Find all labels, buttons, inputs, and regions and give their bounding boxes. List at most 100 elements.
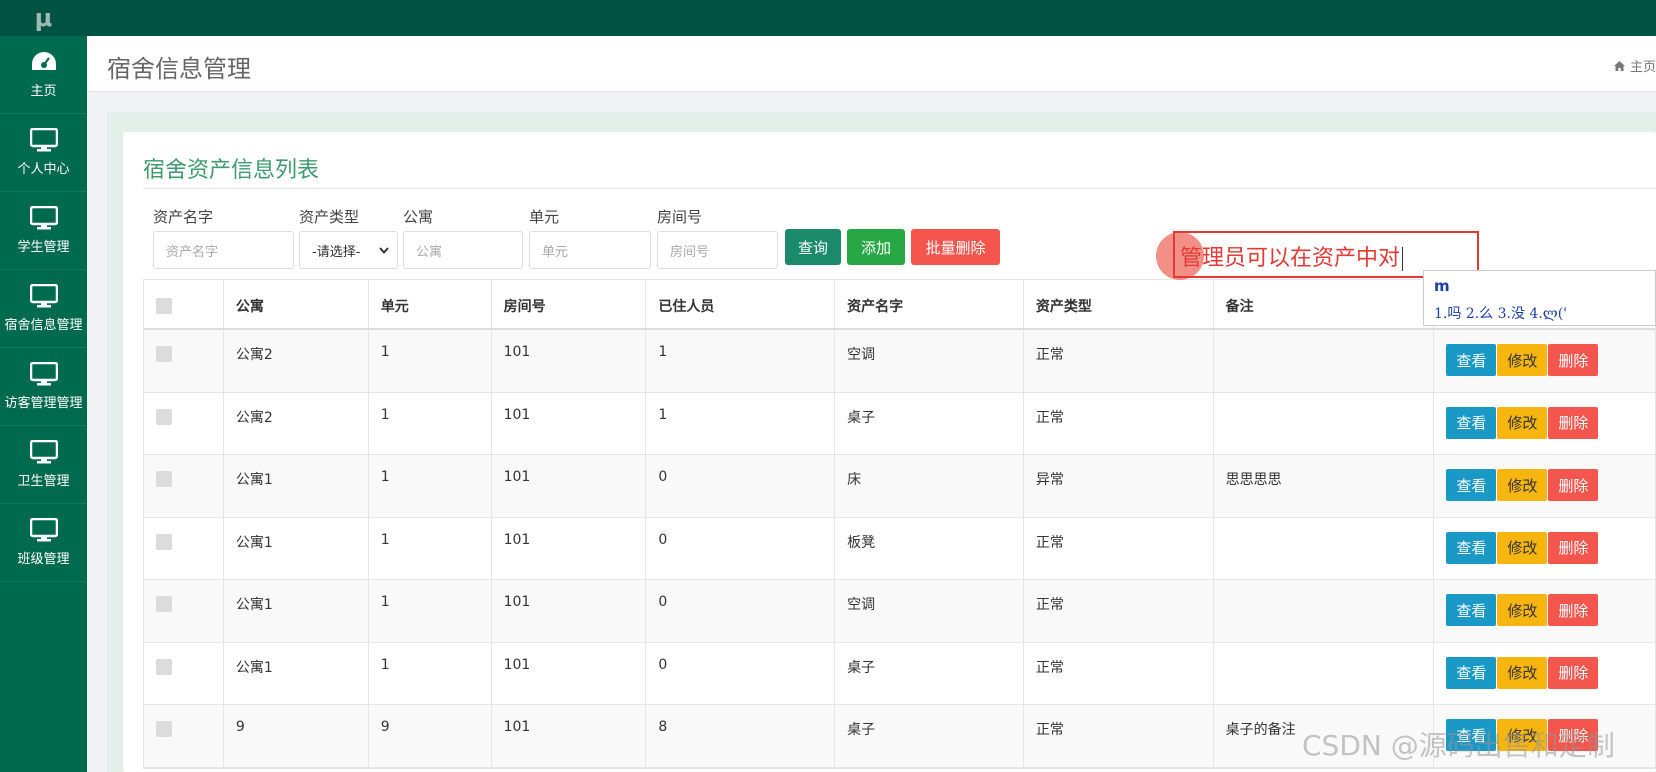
- monitor-icon: [29, 128, 58, 152]
- column-header: 资产类型: [1024, 280, 1214, 328]
- filter-asset-name: 资产名字 资产名字: [153, 206, 294, 269]
- view-button[interactable]: 查看: [1446, 594, 1497, 626]
- cell-unit: 1: [369, 455, 492, 517]
- delete-button[interactable]: 删除: [1548, 469, 1599, 501]
- cell-residents: 0: [646, 580, 836, 642]
- ime-candidates[interactable]: 1.吗 2.么 3.没 4.ლ(': [1434, 303, 1567, 323]
- filter-asset-type: 资产类型 -请选择-: [299, 206, 398, 269]
- sidebar-item-label: 主页: [30, 84, 57, 99]
- row-actions: 查看 修改 删除: [1434, 393, 1655, 455]
- delete-button[interactable]: 删除: [1548, 344, 1599, 376]
- edit-button[interactable]: 修改: [1497, 469, 1548, 501]
- delete-button[interactable]: 删除: [1548, 531, 1599, 564]
- search-button[interactable]: 查询: [785, 229, 841, 265]
- sidebar-item-hygiene[interactable]: 卫生管理: [0, 426, 87, 504]
- cell-residents: 8: [646, 705, 836, 767]
- cell-asset-type: 正常: [1024, 330, 1214, 392]
- sidebar-item-visitors[interactable]: 访客管理管理: [0, 348, 87, 426]
- view-button[interactable]: 查看: [1446, 656, 1497, 689]
- sidebar-item-dorm-info[interactable]: 宿舍信息管理: [0, 270, 87, 348]
- monitor-icon: [29, 284, 58, 308]
- column-header: 已住人员: [646, 280, 836, 328]
- sidebar-item-home[interactable]: 主页: [0, 36, 87, 114]
- sidebar: 主页 个人中心 学生管理 宿舍信息管理 访客管理管理 卫生管理 班级管理: [0, 36, 87, 772]
- asset-list-card: 宿舍资产信息列表 资产名字 资产名字 资产类型 -请选择- 公寓 公寓 单元 单…: [123, 132, 1656, 772]
- ime-pinyin: m: [1434, 277, 1450, 295]
- table-row: 公寓1 1 101 0 床 异常 思思思思 查看 修改 删除: [144, 455, 1655, 518]
- row-checkbox[interactable]: [156, 721, 172, 737]
- asset-table: 公寓 单元 房间号 已住人员 资产名字 资产类型 备注 公寓2 1 101 1 …: [143, 279, 1656, 769]
- cell-unit: 9: [369, 705, 492, 767]
- cell-residents: 1: [646, 392, 836, 454]
- filter-unit: 单元 单元: [529, 206, 651, 269]
- cell-asset-name: 床: [835, 455, 1024, 517]
- room-input[interactable]: 房间号: [657, 231, 778, 269]
- row-actions: 查看 修改 删除: [1434, 580, 1655, 642]
- row-checkbox[interactable]: [156, 533, 172, 550]
- row-checkbox[interactable]: [156, 596, 172, 612]
- filter-label: 资产类型: [299, 208, 360, 226]
- sidebar-item-label: 卫生管理: [17, 474, 70, 489]
- apartment-input[interactable]: 公寓: [403, 231, 523, 269]
- view-button[interactable]: 查看: [1446, 469, 1497, 501]
- row-checkbox[interactable]: [156, 346, 172, 362]
- home-icon: [1613, 60, 1625, 71]
- table-row: 公寓1 1 101 0 板凳 正常 查看 修改 删除: [144, 517, 1655, 580]
- filter-label: 公寓: [403, 208, 434, 226]
- cell-apartment: 公寓2: [224, 330, 369, 392]
- cell-remark: 思思思思: [1214, 455, 1435, 517]
- row-checkbox[interactable]: [156, 658, 172, 675]
- cell-room: 101: [492, 580, 647, 642]
- monitor-icon: [29, 206, 58, 230]
- table-row: 公寓2 1 101 1 桌子 正常 查看 修改 删除: [144, 392, 1655, 455]
- batch-delete-button[interactable]: 批量删除: [911, 229, 1000, 265]
- view-button[interactable]: 查看: [1446, 406, 1497, 439]
- cell-room: 101: [492, 517, 647, 579]
- row-checkbox[interactable]: [156, 471, 172, 487]
- page-header: 宿舍信息管理 主页: [87, 36, 1656, 92]
- delete-button[interactable]: 删除: [1548, 594, 1599, 626]
- sidebar-item-label: 学生管理: [17, 240, 70, 255]
- edit-button[interactable]: 修改: [1497, 344, 1548, 376]
- delete-button[interactable]: 删除: [1548, 656, 1599, 689]
- cell-apartment: 公寓1: [224, 517, 369, 579]
- row-select-cell: [144, 705, 224, 767]
- sidebar-item-students[interactable]: 学生管理: [0, 192, 87, 270]
- breadcrumb[interactable]: 主页: [1613, 56, 1656, 75]
- cell-asset-type: 正常: [1024, 642, 1214, 704]
- breadcrumb-home: 主页: [1629, 60, 1656, 75]
- cell-unit: 1: [369, 580, 492, 642]
- divider: [143, 188, 1656, 189]
- sidebar-item-profile[interactable]: 个人中心: [0, 114, 87, 192]
- column-header: 资产名字: [835, 280, 1024, 328]
- edit-button[interactable]: 修改: [1497, 594, 1548, 626]
- ime-candidate-window[interactable]: m 1.吗 2.么 3.没 4.ლ(': [1423, 270, 1656, 326]
- column-header: 公寓: [224, 280, 369, 328]
- cell-asset-name: 桌子: [835, 392, 1024, 454]
- select-all-checkbox[interactable]: [156, 298, 172, 314]
- delete-button[interactable]: 删除: [1548, 406, 1599, 439]
- cell-apartment: 公寓1: [224, 642, 369, 704]
- cell-room: 101: [492, 330, 647, 392]
- sidebar-item-label: 班级管理: [17, 552, 70, 567]
- cell-room: 101: [492, 455, 647, 517]
- top-bar: μ: [0, 0, 1656, 36]
- edit-button[interactable]: 修改: [1497, 531, 1548, 564]
- add-button[interactable]: 添加: [847, 229, 905, 265]
- asset-name-input[interactable]: 资产名字: [153, 231, 294, 269]
- view-button[interactable]: 查看: [1446, 344, 1497, 376]
- sidebar-item-label: 个人中心: [17, 162, 70, 177]
- cell-remark: [1214, 642, 1435, 704]
- select-value: -请选择-: [312, 244, 361, 260]
- filter-label: 房间号: [657, 208, 703, 226]
- cell-asset-name: 板凳: [835, 517, 1024, 579]
- edit-button[interactable]: 修改: [1497, 656, 1548, 689]
- unit-input[interactable]: 单元: [529, 231, 651, 269]
- cell-asset-type: 正常: [1024, 392, 1214, 454]
- view-button[interactable]: 查看: [1446, 531, 1497, 564]
- row-checkbox[interactable]: [156, 408, 172, 425]
- edit-button[interactable]: 修改: [1497, 406, 1548, 439]
- sidebar-item-classes[interactable]: 班级管理: [0, 504, 87, 582]
- row-select-cell: [144, 642, 224, 704]
- asset-type-select[interactable]: -请选择-: [299, 231, 398, 269]
